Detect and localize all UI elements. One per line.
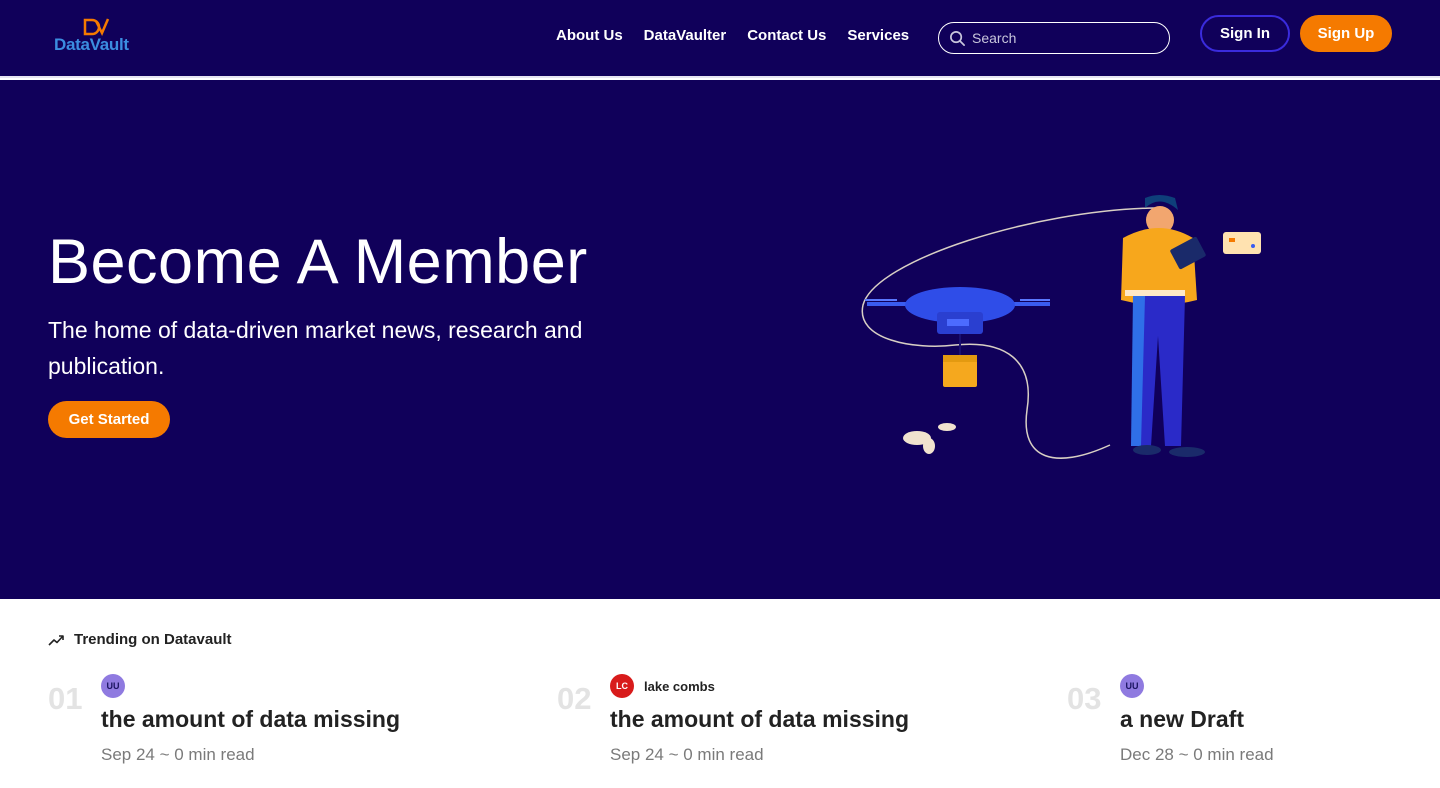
post-author[interactable]: LC lake combs bbox=[610, 674, 715, 698]
post-meta: Dec 28 ~ 0 min read bbox=[1120, 745, 1274, 764]
trending-up-icon bbox=[48, 634, 64, 646]
hero-title: Become A Member bbox=[48, 227, 588, 297]
avatar: UU bbox=[101, 674, 125, 698]
post-title[interactable]: the amount of data missing bbox=[101, 706, 400, 733]
trending-number: 03 bbox=[1067, 681, 1102, 716]
trending-section: Trending on Datavault 01 UU the amount o… bbox=[0, 599, 1440, 788]
hero-subtitle: The home of data-driven market news, res… bbox=[48, 317, 583, 379]
trending-item-2[interactable]: 02 LC lake combs the amount of data miss… bbox=[557, 674, 997, 774]
post-author[interactable]: UU bbox=[101, 674, 125, 698]
avatar: UU bbox=[1120, 674, 1144, 698]
top-navbar: DataVault About Us DataVaulter Contact U… bbox=[0, 0, 1440, 78]
nav-contact-us[interactable]: Contact Us bbox=[747, 27, 826, 44]
trending-item-3[interactable]: 03 UU a new Draft Dec 28 ~ 0 min read bbox=[1067, 674, 1440, 774]
hero-section: Become A Member The home of data-driven … bbox=[0, 80, 1440, 599]
post-meta: Sep 24 ~ 0 min read bbox=[610, 745, 764, 764]
post-title[interactable]: a new Draft bbox=[1120, 706, 1244, 733]
search-input[interactable] bbox=[972, 30, 1152, 46]
trending-item-1[interactable]: 01 UU the amount of data missing Sep 24 … bbox=[48, 674, 488, 774]
nav-about-us[interactable]: About Us bbox=[556, 27, 623, 44]
search-icon bbox=[950, 30, 965, 46]
datavault-logo[interactable]: DataVault bbox=[54, 18, 164, 58]
trending-title: Trending on Datavault bbox=[74, 631, 232, 648]
nav-datavaulter[interactable]: DataVaulter bbox=[644, 27, 727, 44]
search-box[interactable] bbox=[938, 22, 1170, 54]
sign-up-button[interactable]: Sign Up bbox=[1300, 15, 1392, 52]
trending-number: 01 bbox=[48, 681, 83, 716]
avatar: LC bbox=[610, 674, 634, 698]
trending-number: 02 bbox=[557, 681, 592, 716]
post-meta: Sep 24 ~ 0 min read bbox=[101, 745, 255, 764]
main-nav: About Us DataVaulter Contact Us Services bbox=[556, 27, 909, 44]
sign-in-button[interactable]: Sign In bbox=[1200, 15, 1290, 52]
trending-header: Trending on Datavault bbox=[48, 631, 232, 648]
post-author[interactable]: UU bbox=[1120, 674, 1144, 698]
author-name: lake combs bbox=[644, 678, 715, 694]
drone-delivery-illustration bbox=[861, 195, 1261, 459]
logo-dv-mark-icon bbox=[83, 18, 110, 36]
post-title[interactable]: the amount of data missing bbox=[610, 706, 909, 733]
logo-text: DataVault bbox=[54, 35, 129, 54]
get-started-button[interactable]: Get Started bbox=[48, 401, 170, 438]
nav-services[interactable]: Services bbox=[847, 27, 909, 44]
